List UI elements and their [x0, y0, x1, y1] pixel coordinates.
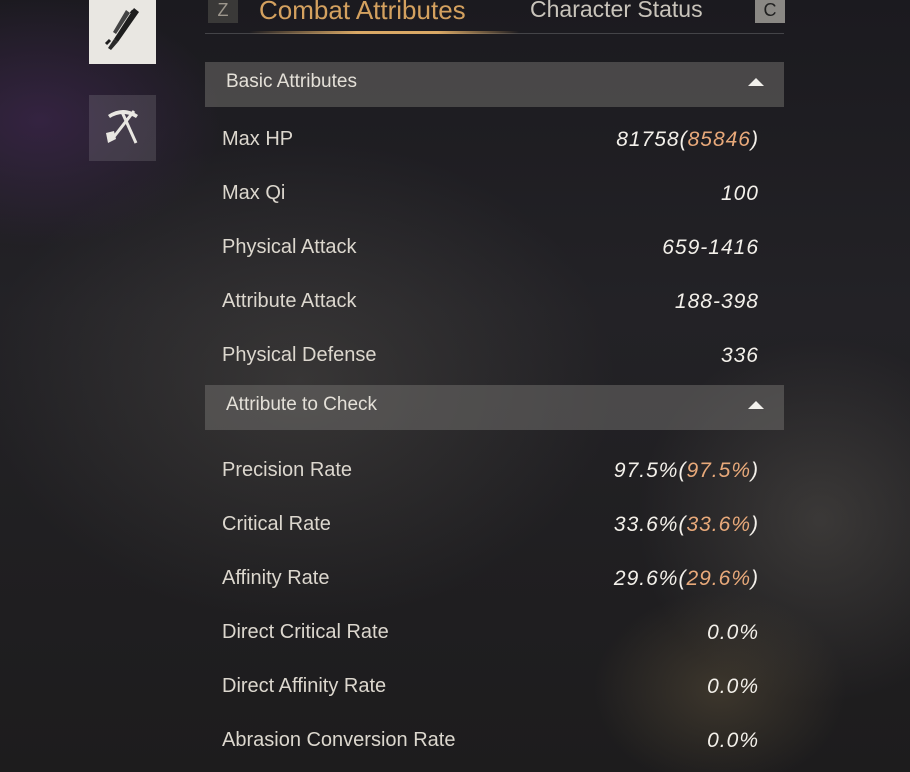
sidebar-tab-life-skills[interactable] — [89, 95, 156, 161]
stat-row-abrasion-conversion-rate: Abrasion Conversion Rate 0.0% — [222, 725, 759, 755]
stat-bonus-value: 33.6% — [686, 513, 751, 536]
stat-row-critical-rate: Critical Rate 33.6%(33.6%) — [222, 509, 759, 539]
next-tab-key-hint[interactable]: C — [755, 0, 785, 23]
stat-row-direct-critical-rate: Direct Critical Rate 0.0% — [222, 617, 759, 647]
stat-label: Direct Affinity Rate — [222, 675, 387, 697]
collapse-caret-icon — [748, 78, 764, 86]
active-tab-underline — [249, 31, 519, 34]
stat-label: Max Qi — [222, 182, 286, 204]
stat-row-precision-rate: Precision Rate 97.5%(97.5%) — [222, 455, 759, 485]
stat-row-affinity-rate: Affinity Rate 29.6%(29.6%) — [222, 563, 759, 593]
tab-character-status[interactable]: Character Status — [530, 0, 703, 23]
stat-label: Affinity Rate — [222, 567, 330, 589]
section-header-basic-attributes[interactable]: Basic Attributes — [205, 62, 784, 107]
stat-value: 29.6%(29.6%) — [613, 567, 759, 590]
stat-row-physical-attack: Physical Attack 659-1416 — [222, 232, 759, 262]
section-title: Basic Attributes — [226, 71, 357, 92]
section-title: Attribute to Check — [226, 394, 378, 415]
stat-value: 188-398 — [674, 290, 759, 313]
stat-label: Physical Defense — [222, 344, 377, 366]
stat-label: Attribute Attack — [222, 290, 357, 312]
stat-label: Abrasion Conversion Rate — [222, 729, 456, 751]
stat-row-max-hp: Max HP 81758(85846) — [222, 124, 759, 154]
stat-bonus-value: 97.5% — [686, 459, 751, 482]
sword-scabbard-icon — [98, 4, 148, 58]
stat-row-physical-defense: Physical Defense 336 — [222, 340, 759, 370]
stat-bonus-value: 85846 — [687, 128, 751, 151]
stat-value: 336 — [720, 344, 759, 367]
stat-value: 81758(85846) — [616, 128, 759, 151]
stat-value: 0.0% — [707, 729, 759, 752]
stat-label: Critical Rate — [222, 513, 331, 535]
stat-value: 0.0% — [707, 675, 759, 698]
stat-row-max-qi: Max Qi 100 — [222, 178, 759, 208]
attribute-tabs: Z Combat Attributes Character Status C — [205, 0, 785, 34]
stat-bonus-value: 29.6% — [686, 567, 751, 590]
stat-label: Physical Attack — [222, 236, 357, 258]
section-header-attribute-to-check[interactable]: Attribute to Check — [205, 385, 784, 430]
stat-label: Precision Rate — [222, 459, 353, 481]
stat-label: Max HP — [222, 128, 294, 150]
sidebar-tab-equipment[interactable] — [89, 0, 156, 64]
pickaxe-shovel-icon — [98, 101, 148, 155]
stat-row-attribute-attack: Attribute Attack 188-398 — [222, 286, 759, 316]
stat-value: 97.5%(97.5%) — [613, 459, 759, 482]
stat-value: 33.6%(33.6%) — [613, 513, 759, 536]
collapse-caret-icon — [748, 401, 764, 409]
tab-combat-attributes[interactable]: Combat Attributes — [259, 0, 466, 26]
stat-value: 0.0% — [707, 621, 759, 644]
stat-row-direct-affinity-rate: Direct Affinity Rate 0.0% — [222, 671, 759, 701]
stat-value: 100 — [720, 182, 759, 205]
stat-value: 659-1416 — [662, 236, 759, 259]
stat-label: Direct Critical Rate — [222, 621, 389, 643]
prev-tab-key-hint[interactable]: Z — [208, 0, 238, 23]
